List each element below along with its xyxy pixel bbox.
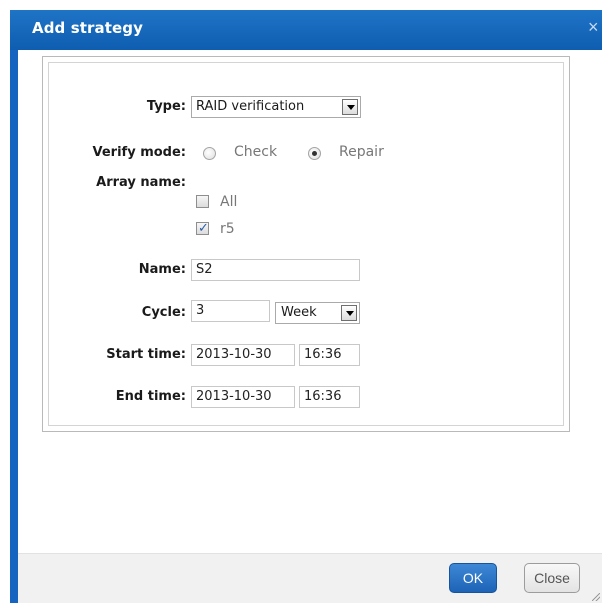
type-select-value: RAID verification: [196, 99, 305, 114]
chevron-down-icon[interactable]: [342, 99, 358, 115]
start-time-input[interactable]: 16:36: [299, 344, 360, 366]
array-r5-label[interactable]: r5: [220, 221, 235, 237]
start-time-label: Start time:: [106, 347, 186, 362]
array-name-label: Array name:: [96, 175, 186, 190]
verify-mode-check-label[interactable]: Check: [234, 144, 277, 160]
add-strategy-dialog: Add strategy × Type: RAID verification V…: [0, 0, 602, 603]
dialog-titlebar[interactable]: Add strategy ×: [10, 10, 602, 50]
dialog-title: Add strategy: [32, 19, 143, 37]
type-select[interactable]: RAID verification: [191, 96, 361, 118]
start-date-input[interactable]: 2013-10-30: [191, 344, 295, 366]
cycle-label: Cycle:: [141, 305, 186, 320]
array-all-label[interactable]: All: [220, 194, 237, 210]
cycle-unit-select[interactable]: Week: [275, 302, 360, 324]
array-r5-checkbox[interactable]: [196, 220, 209, 236]
name-label: Name:: [138, 262, 186, 277]
close-icon[interactable]: ×: [588, 17, 602, 37]
end-time-label: End time:: [115, 389, 186, 404]
close-button[interactable]: Close: [524, 563, 580, 593]
end-time-input[interactable]: 16:36: [299, 386, 360, 408]
array-all-checkbox[interactable]: [196, 195, 209, 208]
verify-mode-label: Verify mode:: [92, 145, 187, 160]
verify-mode-check-radio[interactable]: [203, 147, 216, 160]
dialog-footer: [18, 553, 602, 603]
cycle-input[interactable]: 3: [191, 300, 270, 322]
name-input[interactable]: S2: [191, 259, 360, 281]
ok-button[interactable]: OK: [449, 563, 497, 593]
cycle-unit-value: Week: [281, 305, 317, 320]
end-date-input[interactable]: 2013-10-30: [191, 386, 295, 408]
chevron-down-icon[interactable]: [341, 305, 357, 321]
verify-mode-repair-label[interactable]: Repair: [339, 144, 384, 160]
verify-mode-repair-radio[interactable]: [308, 147, 321, 160]
dialog-left-border: [10, 50, 18, 603]
resize-grip-icon[interactable]: [592, 593, 600, 601]
type-label: Type:: [146, 99, 186, 114]
